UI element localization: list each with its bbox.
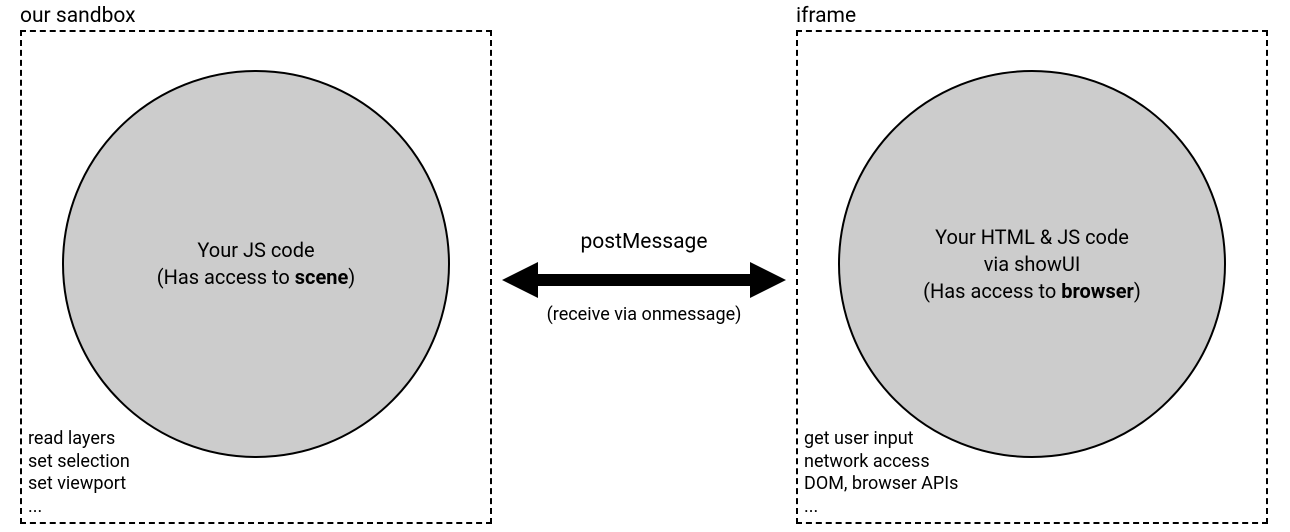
- iframe-capabilities: get user input network access DOM, brows…: [804, 428, 958, 518]
- sandbox-capabilities: read layers set selection set viewport .…: [28, 428, 130, 518]
- sandbox-circle-line2-bold: scene: [295, 265, 349, 289]
- iframe-circle-line2: via showUI: [984, 251, 1081, 278]
- sandbox-cap-4: ...: [28, 496, 130, 519]
- iframe-circle-line3: (Has access to browser): [923, 278, 1141, 305]
- sandbox-circle: Your JS code (Has access to scene): [62, 70, 450, 458]
- sandbox-box-label: our sandbox: [20, 4, 136, 28]
- onmessage-label: (receive via onmessage): [492, 304, 796, 325]
- iframe-cap-3: DOM, browser APIs: [804, 473, 958, 496]
- iframe-circle-line3-suffix: ): [1134, 279, 1141, 303]
- iframe-box-label: iframe: [796, 4, 856, 28]
- iframe-circle: Your HTML & JS code via showUI (Has acce…: [838, 70, 1226, 458]
- sandbox-circle-line2-suffix: ): [348, 265, 355, 289]
- iframe-circle-line3-bold: browser: [1061, 279, 1134, 303]
- double-arrow-icon: [502, 262, 786, 298]
- sandbox-cap-1: read layers: [28, 428, 130, 451]
- sandbox-circle-line1: Your JS code: [197, 237, 314, 264]
- postmessage-label: postMessage: [492, 230, 796, 254]
- iframe-circle-line1: Your HTML & JS code: [935, 224, 1129, 251]
- iframe-cap-2: network access: [804, 451, 958, 474]
- sandbox-circle-line2: (Has access to scene): [157, 264, 356, 291]
- iframe-cap-1: get user input: [804, 428, 958, 451]
- iframe-circle-line3-prefix: (Has access to: [923, 279, 1061, 303]
- sandbox-circle-line2-prefix: (Has access to: [157, 265, 295, 289]
- sandbox-cap-3: set viewport: [28, 473, 130, 496]
- sandbox-cap-2: set selection: [28, 451, 130, 474]
- iframe-cap-4: ...: [804, 496, 958, 519]
